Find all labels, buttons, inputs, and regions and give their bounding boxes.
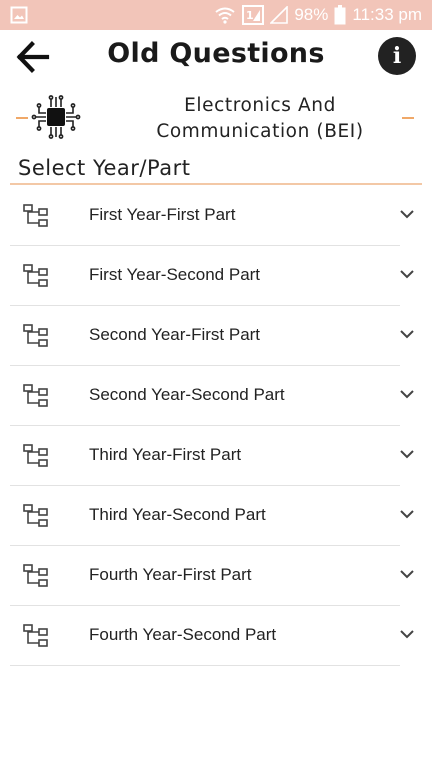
chevron-down-icon[interactable] [399,508,415,520]
section-divider [10,183,422,185]
list-item-label: Second Year-First Part [89,325,261,344]
tree-structure-icon [23,564,48,587]
wifi-icon [215,7,235,24]
list-item-label: Fourth Year-Second Part [89,625,277,644]
circuit-chip-icon [31,95,81,139]
tree-structure-icon [23,204,48,227]
svg-text:1: 1 [246,9,254,22]
list-item-label: Third Year-First Part [89,445,242,464]
list-item-label: Fourth Year-First Part [89,565,252,584]
department-header: Electronics And Communication (BEI) [0,88,432,148]
sim-signal-icon: 1 [242,5,265,25]
tree-structure-icon [23,384,48,407]
list-item[interactable]: Fourth Year-Second Part [10,606,414,666]
list-item[interactable]: Second Year-Second Part [10,366,414,426]
list-item[interactable]: First Year-Second Part [10,246,414,306]
department-name-line1: Electronics And [184,95,336,116]
accent-dash-left [16,117,28,119]
list-item[interactable]: Third Year-Second Part [10,486,414,546]
list-item[interactable]: First Year-First Part [10,186,414,246]
chevron-down-icon[interactable] [399,628,415,640]
clock: 11:33 pm [352,5,422,24]
info-glyph: i [392,43,402,69]
tree-structure-icon [23,444,48,467]
department-name-line2: Communication (BEI) [156,121,364,142]
info-icon[interactable]: i [378,37,416,75]
image-icon [10,6,28,24]
list-item-label: First Year-First Part [89,205,236,224]
department-name: Electronics And Communication (BEI) [110,93,410,145]
list-item[interactable]: Second Year-First Part [10,306,414,366]
signal-icon [270,6,289,24]
list-item-label: Third Year-Second Part [89,505,266,524]
tree-structure-icon [23,624,48,647]
list-item[interactable]: Third Year-First Part [10,426,414,486]
chevron-down-icon[interactable] [399,568,415,580]
list-item[interactable]: Fourth Year-First Part [10,546,414,606]
list-item-label: First Year-Second Part [89,265,261,284]
tree-structure-icon [23,504,48,527]
page-title: Old Questions [107,38,325,69]
tree-structure-icon [23,264,48,287]
chevron-down-icon[interactable] [399,328,415,340]
chevron-down-icon[interactable] [399,208,415,220]
tree-structure-icon [23,324,48,347]
battery-text: 98% [294,5,329,24]
status-bar: 1 98% 11:33 pm [0,0,432,30]
list-item-label: Second Year-Second Part [89,385,285,404]
chevron-down-icon[interactable] [399,448,415,460]
accent-dash-right [402,117,414,119]
chevron-down-icon[interactable] [399,388,415,400]
year-part-list: First Year-First Part First Year-Second … [10,186,414,666]
battery-icon [334,5,346,25]
app-bar: Old Questions i [0,30,432,84]
chevron-down-icon[interactable] [399,268,415,280]
section-title: Select Year/Part [18,156,191,180]
